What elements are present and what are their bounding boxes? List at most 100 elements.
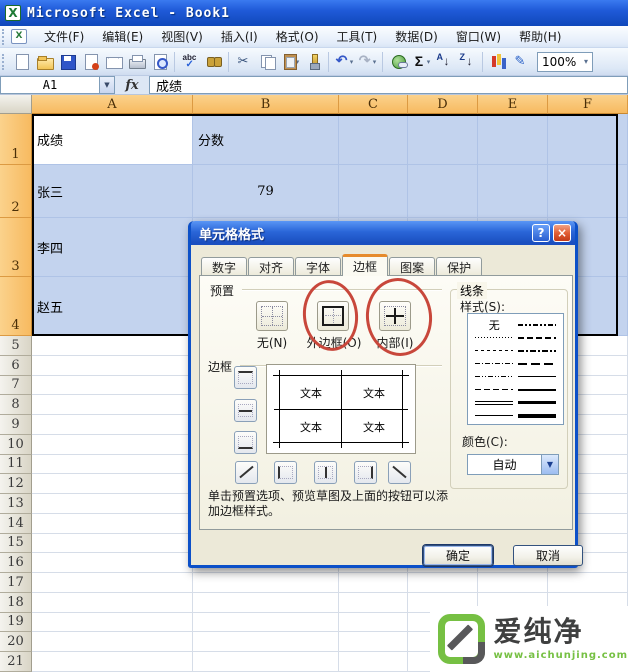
border-horizontal-middle-button[interactable] xyxy=(234,399,257,422)
open-button[interactable] xyxy=(33,51,55,73)
save-button[interactable] xyxy=(56,51,78,73)
dialog-title-bar[interactable]: 单元格格式 ? × xyxy=(191,221,575,245)
preset-inside-button[interactable] xyxy=(379,301,411,331)
menu-item[interactable]: 编辑(E) xyxy=(93,25,152,48)
cell-F2[interactable] xyxy=(548,165,628,218)
row-header-2[interactable]: 2 xyxy=(0,165,32,218)
menu-item[interactable]: 视图(V) xyxy=(152,25,212,48)
row-header-5[interactable]: 5 xyxy=(0,336,32,356)
row-header-12[interactable]: 12 xyxy=(0,474,32,494)
cell-C2[interactable] xyxy=(339,165,408,218)
chart-button[interactable] xyxy=(487,51,509,73)
tab-保护[interactable]: 保护 xyxy=(436,257,483,276)
email-button[interactable] xyxy=(102,51,124,73)
line-style-option-none[interactable]: 无 xyxy=(473,317,516,333)
paste-button[interactable]: ▾ xyxy=(279,51,301,73)
cell-C1[interactable] xyxy=(339,114,408,165)
tab-数字[interactable]: 数字 xyxy=(201,257,248,276)
cell-C19[interactable] xyxy=(339,612,408,633)
line-style-listbox[interactable]: 无 xyxy=(467,313,564,425)
line-style-option-dash-lg[interactable] xyxy=(516,362,559,365)
cell-C20[interactable] xyxy=(339,632,408,652)
name-box-dropdown[interactable]: ▼ xyxy=(100,76,115,94)
cut-button[interactable] xyxy=(233,51,255,73)
cell-A21[interactable] xyxy=(32,652,193,672)
menu-item[interactable]: 格式(O) xyxy=(267,25,328,48)
cell-B21[interactable] xyxy=(193,652,339,672)
format-painter-button[interactable] xyxy=(302,51,324,73)
row-header-18[interactable]: 18 xyxy=(0,592,32,613)
row-header-19[interactable]: 19 xyxy=(0,612,32,633)
line-style-option-dash-sm[interactable] xyxy=(473,350,516,351)
name-box[interactable]: A1 xyxy=(0,76,100,94)
row-header-17[interactable]: 17 xyxy=(0,573,32,593)
cell-A15[interactable] xyxy=(32,533,193,554)
column-header-C[interactable]: C xyxy=(339,95,408,114)
menu-item[interactable]: 窗口(W) xyxy=(447,25,510,48)
line-style-option-dashdotdot-md[interactable] xyxy=(516,323,559,326)
research-button[interactable] xyxy=(202,51,224,73)
row-header-9[interactable]: 9 xyxy=(0,415,32,435)
border-left-button[interactable] xyxy=(274,461,297,484)
cell-A18[interactable] xyxy=(32,592,193,613)
preset-none-button[interactable] xyxy=(256,301,288,331)
permission-button[interactable] xyxy=(79,51,101,73)
tab-对齐[interactable]: 对齐 xyxy=(248,257,295,276)
undo-button[interactable]: ▾ xyxy=(333,51,355,73)
print-button[interactable] xyxy=(125,51,147,73)
cell-A17[interactable] xyxy=(32,573,193,593)
cancel-button[interactable]: 取消 xyxy=(513,545,583,566)
row-header-16[interactable]: 16 xyxy=(0,553,32,573)
cell-A11[interactable] xyxy=(32,454,193,475)
border-vertical-middle-button[interactable] xyxy=(314,461,337,484)
cell-E1[interactable] xyxy=(478,114,548,165)
drawing-button[interactable] xyxy=(510,51,532,73)
help-button[interactable]: ? xyxy=(532,224,550,242)
line-style-option-solid-lg[interactable] xyxy=(516,401,559,404)
line-style-option-double[interactable] xyxy=(473,400,516,405)
cell-A16[interactable] xyxy=(32,553,193,573)
cell-C17[interactable] xyxy=(339,573,408,593)
close-button[interactable]: × xyxy=(553,224,571,242)
toolbar-grip-icon[interactable] xyxy=(2,28,7,45)
menu-item[interactable]: 数据(D) xyxy=(386,25,447,48)
cell-B19[interactable] xyxy=(193,612,339,633)
cell-A6[interactable] xyxy=(32,355,193,376)
cell-D17[interactable] xyxy=(408,573,478,593)
row-header-14[interactable]: 14 xyxy=(0,513,32,534)
new-button[interactable] xyxy=(10,51,32,73)
row-header-11[interactable]: 11 xyxy=(0,454,32,475)
line-style-option-dash-md[interactable] xyxy=(516,336,559,339)
border-diagonal-up-button[interactable] xyxy=(235,461,258,484)
column-header-E[interactable]: E xyxy=(478,95,548,114)
border-top-button[interactable] xyxy=(234,366,257,389)
cell-A9[interactable] xyxy=(32,415,193,435)
select-all-corner[interactable] xyxy=(0,95,32,114)
cell-D1[interactable] xyxy=(408,114,478,165)
line-style-option-solid-xl[interactable] xyxy=(516,413,559,418)
tab-边框[interactable]: 边框 xyxy=(342,254,389,276)
row-header-15[interactable]: 15 xyxy=(0,533,32,554)
cell-A13[interactable] xyxy=(32,494,193,514)
autosum-button[interactable]: ▾ xyxy=(410,51,432,73)
insert-function-icon[interactable]: fx xyxy=(115,76,149,94)
redo-button[interactable]: ▾ xyxy=(356,51,378,73)
line-style-option-solid-sm[interactable] xyxy=(516,375,559,378)
cell-D2[interactable] xyxy=(408,165,478,218)
row-header-6[interactable]: 6 xyxy=(0,355,32,376)
preset-outline-button[interactable] xyxy=(317,301,349,331)
ok-button[interactable]: 确定 xyxy=(423,545,493,566)
spelling-button[interactable] xyxy=(179,51,201,73)
sort-asc-button[interactable] xyxy=(433,51,455,73)
hyperlink-button[interactable] xyxy=(387,51,409,73)
menu-item[interactable]: 文件(F) xyxy=(35,25,93,48)
cell-F17[interactable] xyxy=(548,573,628,593)
cell-A14[interactable] xyxy=(32,513,193,534)
formula-input[interactable]: 成绩 xyxy=(149,76,628,95)
tab-字体[interactable]: 字体 xyxy=(295,257,342,276)
cell-C18[interactable] xyxy=(339,592,408,613)
cell-A8[interactable] xyxy=(32,395,193,415)
column-header-D[interactable]: D xyxy=(408,95,478,114)
cell-A20[interactable] xyxy=(32,632,193,652)
cell-E2[interactable] xyxy=(478,165,548,218)
